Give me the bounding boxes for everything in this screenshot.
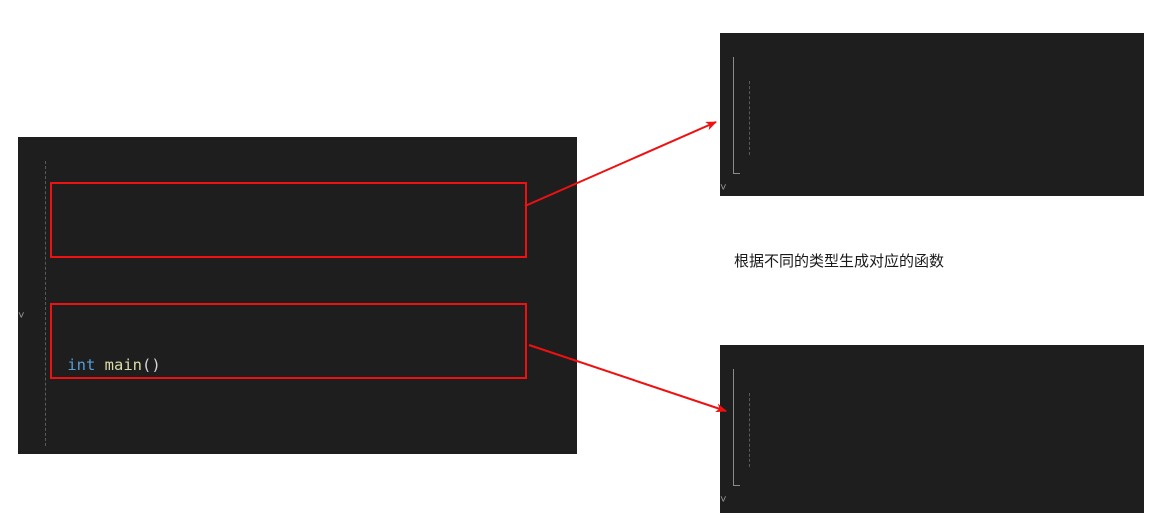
code-line-swapint-1: ˅ void Swap(int& x, int& y) [720,177,1144,196]
indent-guide-swap-int [749,81,750,155]
main-function-editor[interactable]: ˅ int main() { int a = 1, b = 2; cout <<… [18,137,577,454]
fold-bar-swap-double [733,369,734,484]
indent-guide-swap-double [749,393,750,467]
fold-bar-swap-int [733,57,734,172]
swap-double-overload-editor[interactable]: ˅ void Swap(double& x, double& y) { int … [720,345,1144,513]
code-line-main-1: ˅ int main() [18,305,577,374]
code-line-swapdouble-1: ˅ void Swap(double& x, double& y) [720,489,1144,513]
token-function-name: main [104,356,142,374]
token-keyword: int [67,356,96,374]
chevron-down-icon[interactable]: ˅ [18,309,29,323]
annotation-label: 根据不同的类型生成对应的函数 [734,252,945,270]
chevron-down-icon[interactable]: ˅ [720,181,731,195]
indent-guide-main [45,161,46,446]
token-parens: () [142,356,161,374]
fold-bracket-swap-int [733,165,740,174]
chevron-down-icon[interactable]: ˅ [720,493,731,507]
fold-bracket-swap-double [733,477,740,486]
swap-int-overload-editor[interactable]: ˅ void Swap(int& x, int& y) { int tmp = … [720,33,1144,196]
code-line-main-2: { [18,425,577,454]
token-brace-open: { [79,452,88,454]
